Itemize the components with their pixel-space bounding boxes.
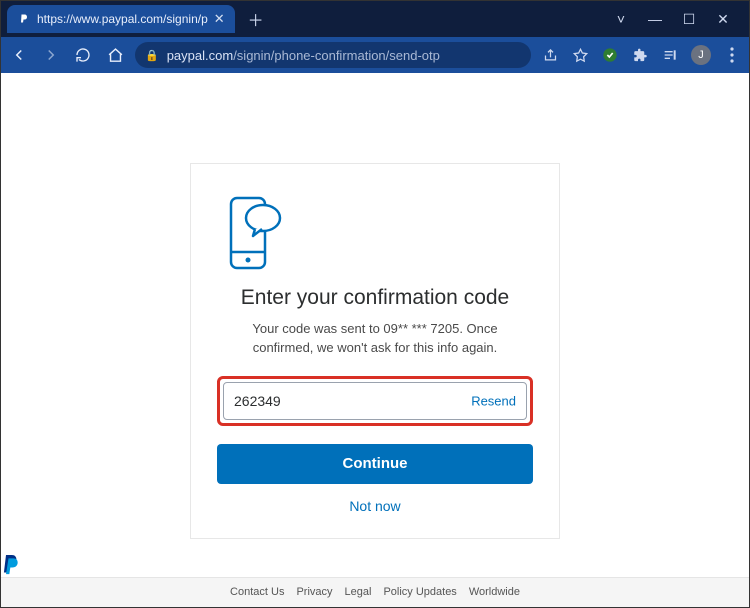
extensions-icon[interactable] <box>631 46 649 64</box>
forward-button[interactable] <box>41 45 61 65</box>
reload-button[interactable] <box>73 45 93 65</box>
confirmation-card: Enter your confirmation code Your code w… <box>190 163 560 539</box>
minimize-button[interactable]: — <box>645 11 665 27</box>
footer-link-worldwide[interactable]: Worldwide <box>469 586 520 598</box>
bookmark-star-icon[interactable] <box>571 46 589 64</box>
back-button[interactable] <box>9 45 29 65</box>
page-heading: Enter your confirmation code <box>217 286 533 310</box>
continue-button[interactable]: Continue <box>217 444 533 484</box>
footer-link-legal[interactable]: Legal <box>345 586 372 598</box>
footer-link-contact[interactable]: Contact Us <box>230 586 284 598</box>
maximize-button[interactable]: ☐ <box>679 11 699 28</box>
page-footer: Contact Us Privacy Legal Policy Updates … <box>1 577 749 607</box>
kebab-menu-icon[interactable] <box>723 46 741 64</box>
code-input-highlight: Resend <box>217 376 533 426</box>
chevron-down-icon[interactable]: ˅ <box>611 11 631 27</box>
footer-link-privacy[interactable]: Privacy <box>296 586 332 598</box>
page-subtitle: Your code was sent to 09** *** 7205. Onc… <box>217 320 533 358</box>
media-control-icon[interactable] <box>661 46 679 64</box>
close-window-button[interactable]: ✕ <box>713 11 733 28</box>
verified-badge-icon[interactable] <box>601 46 619 64</box>
new-tab-button[interactable]: ＋ <box>243 6 269 32</box>
close-tab-icon[interactable]: ✕ <box>214 11 225 27</box>
tab-title: https://www.paypal.com/signin/p <box>37 12 208 26</box>
paypal-logo-icon <box>1 553 749 577</box>
home-button[interactable] <box>105 45 125 65</box>
share-icon[interactable] <box>541 46 559 64</box>
resend-link[interactable]: Resend <box>465 393 516 408</box>
address-bar[interactable]: 🔒 paypal.com/signin/phone-confirmation/s… <box>135 42 531 68</box>
not-now-link[interactable]: Not now <box>217 498 533 514</box>
footer-link-policy[interactable]: Policy Updates <box>383 586 456 598</box>
paypal-favicon-icon <box>17 12 31 26</box>
browser-tab[interactable]: https://www.paypal.com/signin/p ✕ <box>7 5 235 33</box>
phone-message-icon <box>217 194 533 272</box>
url-text: paypal.com/signin/phone-confirmation/sen… <box>167 48 521 63</box>
profile-avatar[interactable]: J <box>691 45 711 65</box>
lock-icon: 🔒 <box>145 49 159 62</box>
